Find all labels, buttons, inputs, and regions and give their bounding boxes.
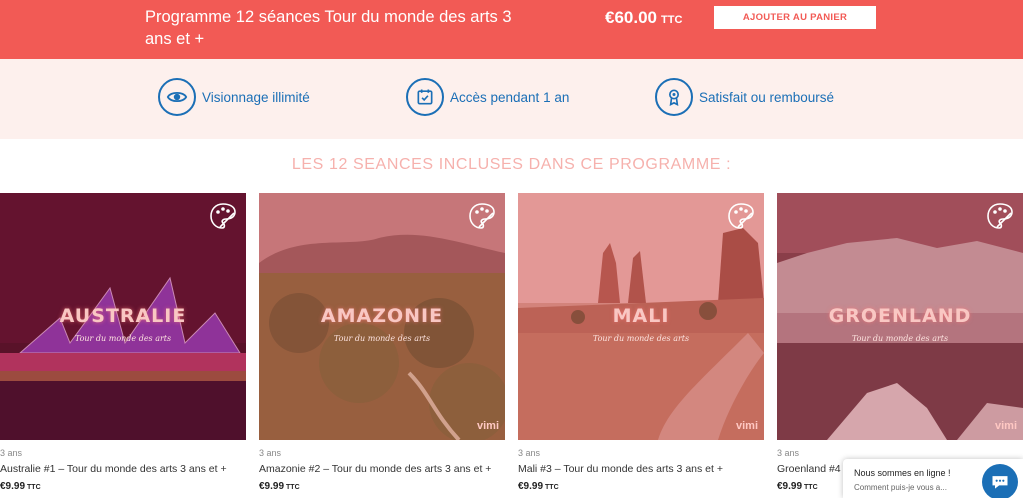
card-price: €9.99 TTC — [259, 481, 300, 492]
benefit-label: Visionnage illimité — [202, 89, 310, 105]
chat-bubble-icon[interactable] — [982, 464, 1018, 498]
price-value: €9.99 — [518, 481, 544, 492]
benefits-strip: Visionnage illimité Accès pendant 1 an S… — [0, 59, 1023, 139]
palette-icon — [728, 203, 754, 229]
price-suffix: TTC — [545, 484, 559, 491]
card-product-name[interactable]: Australie #1 – Tour du monde des arts 3 … — [0, 463, 227, 475]
product-image[interactable]: AUSTRALIE Tour du monde des arts — [0, 193, 246, 440]
palette-icon — [987, 203, 1013, 229]
palette-icon — [469, 203, 495, 229]
product-card-australie[interactable]: AUSTRALIE Tour du monde des arts 3 ans A… — [0, 193, 246, 492]
benefit-money-back: Satisfait ou remboursé — [655, 78, 834, 116]
card-subtitle: Tour du monde des arts — [333, 334, 431, 343]
price-suffix: TTC — [286, 484, 300, 491]
card-age: 3 ans — [259, 448, 282, 458]
card-age: 3 ans — [0, 448, 23, 458]
price-value: €9.99 — [259, 481, 285, 492]
card-subtitle: Tour du monde des arts — [592, 334, 690, 343]
award-icon — [655, 78, 693, 116]
program-price: €60.00 TTC — [605, 8, 682, 28]
card-product-name[interactable]: Groenland #4 — [777, 463, 841, 475]
price-suffix: TTC — [661, 14, 683, 26]
section-title: LES 12 SEANCES INCLUSES DANS CE PROGRAMM… — [291, 156, 732, 173]
card-price: €9.99 TTC — [0, 481, 41, 492]
vimi-watermark: vimi — [994, 420, 1017, 432]
add-to-cart-button[interactable]: AJOUTER AU PANIER — [714, 6, 876, 29]
price-value: €9.99 — [777, 481, 803, 492]
product-card-amazonie[interactable]: AMAZONIE Tour du monde des arts vimi 3 a… — [259, 193, 505, 492]
product-image[interactable]: MALI Tour du monde des arts vimi — [518, 193, 764, 440]
card-place-title: AMAZONIE — [320, 305, 444, 327]
live-chat-widget[interactable]: Nous sommes en ligne ! Comment puis-je v… — [843, 459, 1023, 498]
program-title: Programme 12 séances Tour du monde des a… — [145, 8, 512, 48]
chat-title: Nous sommes en ligne ! — [854, 468, 951, 478]
price-suffix: TTC — [804, 484, 818, 491]
benefit-one-year-access: Accès pendant 1 an — [406, 78, 569, 116]
benefit-unlimited-viewing: Visionnage illimité — [158, 78, 310, 116]
card-subtitle: Tour du monde des arts — [851, 334, 949, 343]
price-value: €9.99 — [0, 481, 26, 492]
card-product-name[interactable]: Mali #3 – Tour du monde des arts 3 ans e… — [518, 463, 723, 475]
benefit-label: Accès pendant 1 an — [450, 89, 570, 105]
benefit-label: Satisfait ou remboursé — [699, 89, 835, 105]
product-image[interactable]: GROENLAND Tour du monde des arts vimi — [777, 193, 1023, 440]
price-suffix: TTC — [27, 484, 41, 491]
card-price: €9.99 TTC — [518, 481, 559, 492]
card-place-title: AUSTRALIE — [59, 305, 187, 327]
card-price: €9.99 TTC — [777, 481, 818, 492]
eye-icon — [158, 78, 196, 116]
vimi-watermark: vimi — [476, 420, 499, 432]
product-card-mali[interactable]: MALI Tour du monde des arts vimi 3 ans M… — [518, 193, 764, 492]
card-place-title: MALI — [612, 305, 670, 327]
chat-subtitle: Comment puis-je vous a... — [854, 483, 947, 492]
card-place-title: GROENLAND — [828, 305, 972, 327]
purchase-banner: Programme 12 séances Tour du monde des a… — [0, 0, 1023, 59]
price-value: €60.00 — [605, 8, 657, 27]
palette-icon — [210, 203, 236, 229]
card-subtitle: Tour du monde des arts — [74, 334, 172, 343]
vimi-watermark: vimi — [735, 420, 758, 432]
product-image[interactable]: AMAZONIE Tour du monde des arts vimi — [259, 193, 505, 440]
card-product-name[interactable]: Amazonie #2 – Tour du monde des arts 3 a… — [259, 463, 491, 475]
card-age: 3 ans — [518, 448, 541, 458]
card-age: 3 ans — [777, 448, 800, 458]
calendar-check-icon — [406, 78, 444, 116]
product-card-groenland[interactable]: GROENLAND Tour du monde des arts vimi 3 … — [777, 193, 1023, 492]
